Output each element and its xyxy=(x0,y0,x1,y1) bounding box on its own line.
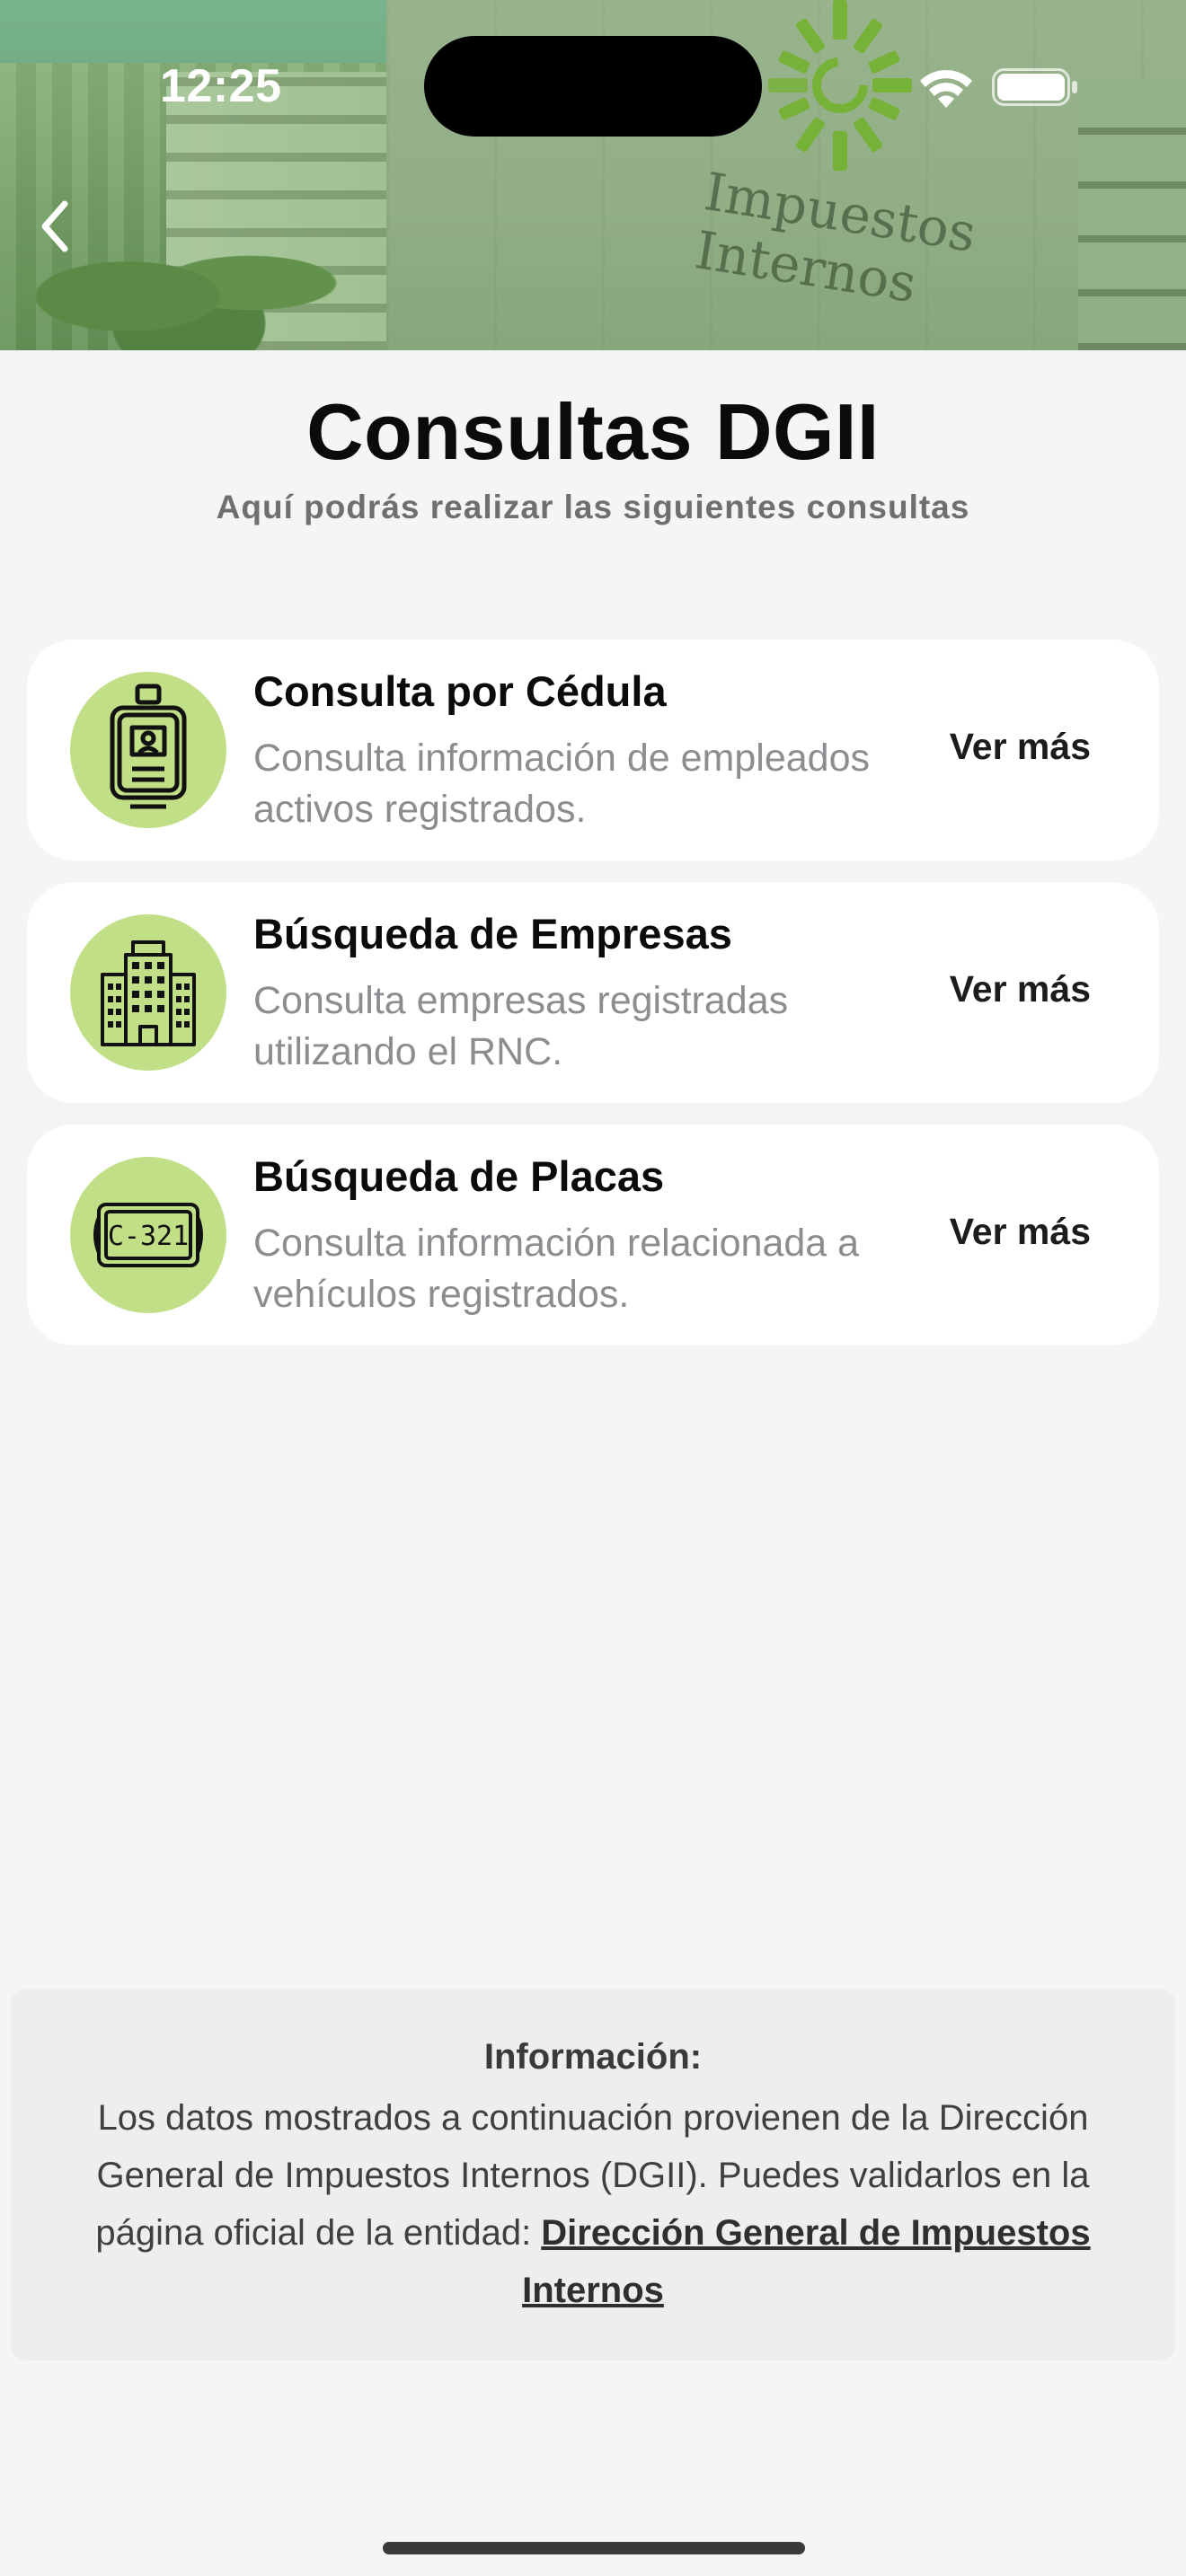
status-bar-time: 12:25 xyxy=(160,60,282,112)
card-busqueda-placas[interactable]: C-321 Búsqueda de Placas Consulta inform… xyxy=(27,1125,1159,1345)
page-subtitle: Aquí podrás realizar las siguientes cons… xyxy=(216,489,970,525)
card-description: Consulta información de empleados activo… xyxy=(253,737,871,831)
card-description: Consulta empresas registradas utilizando… xyxy=(253,979,789,1073)
card-title: Consulta por Cédula xyxy=(253,667,667,715)
info-box: Información: Los datos mostrados a conti… xyxy=(11,1989,1175,2360)
card-title: Búsqueda de Placas xyxy=(253,1152,665,1200)
wifi-icon xyxy=(920,69,972,108)
battery-icon xyxy=(992,68,1077,106)
card-busqueda-empresas[interactable]: Búsqueda de Empresas Consulta empresas r… xyxy=(27,882,1159,1103)
card-consulta-cedula[interactable]: Consulta por Cédula Consulta información… xyxy=(27,640,1159,860)
page-title: Consultas DGII xyxy=(306,387,880,476)
ver-mas-link[interactable]: Ver más xyxy=(950,1211,1091,1253)
home-indicator[interactable] xyxy=(383,2542,805,2554)
building-icon xyxy=(101,940,196,1046)
ver-mas-link[interactable]: Ver más xyxy=(950,726,1091,768)
dgii-website-link[interactable]: Dirección General de Impuestos Internos xyxy=(522,2213,1091,2310)
card-title: Búsqueda de Empresas xyxy=(253,910,732,957)
chevron-left-icon xyxy=(41,200,68,252)
id-badge-icon xyxy=(110,684,187,809)
info-title: Información: xyxy=(483,2037,703,2077)
ver-mas-link[interactable]: Ver más xyxy=(950,968,1091,1010)
license-plate-icon: C-321 xyxy=(93,1203,203,1267)
info-body: Los datos mostrados a continuación provi… xyxy=(95,2098,1091,2310)
card-description: Consulta información relacionada a vehíc… xyxy=(253,1222,860,1316)
svg-text:C-321: C-321 xyxy=(108,1221,189,1252)
back-button[interactable] xyxy=(23,190,86,262)
dynamic-island xyxy=(424,36,762,137)
